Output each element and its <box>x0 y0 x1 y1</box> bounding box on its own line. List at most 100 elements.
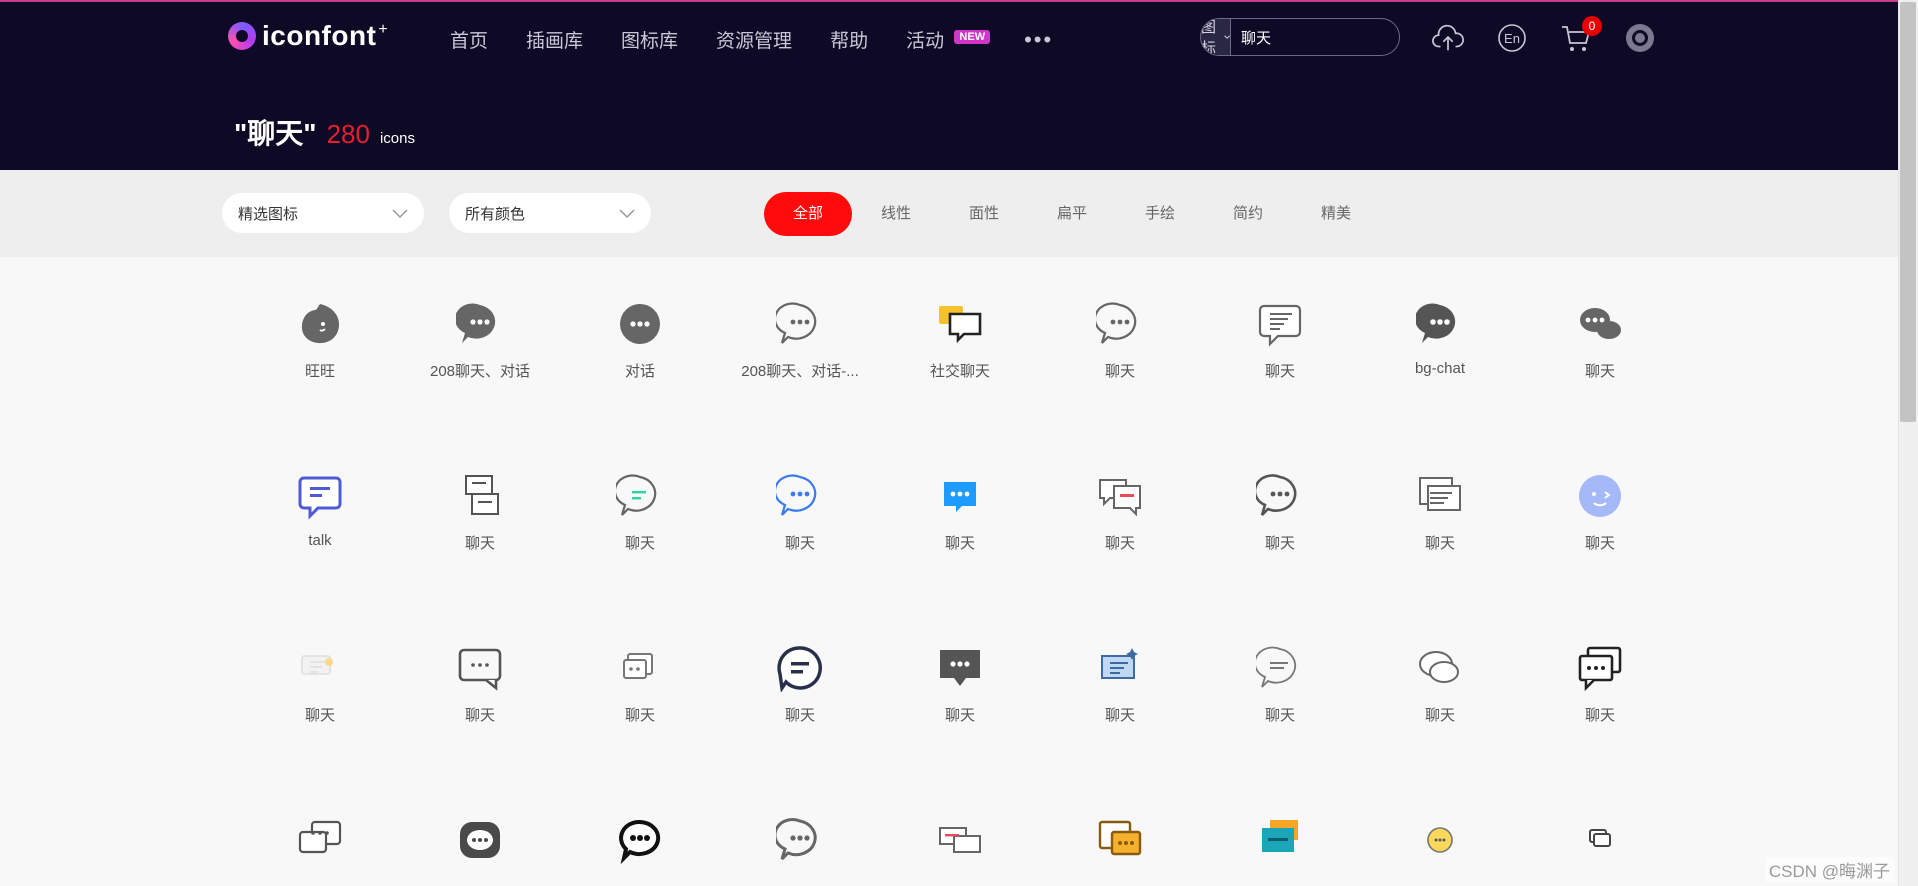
tab-all[interactable]: 全部 <box>764 192 852 236</box>
icon-card[interactable]: 聊天 <box>1520 472 1680 553</box>
cart-count-badge: 0 <box>1582 16 1602 36</box>
icon-card[interactable]: 聊天 <box>1040 644 1200 725</box>
nav-resource-management[interactable]: 资源管理 <box>716 26 792 53</box>
icon-card[interactable]: 聊天 <box>1360 472 1520 553</box>
chat-dots-outline-icon <box>1256 474 1297 516</box>
icon-card[interactable]: 聊天 <box>1040 300 1200 381</box>
cloud-upload-icon <box>1432 24 1464 51</box>
icon-card[interactable] <box>1040 816 1200 876</box>
chat-ovals-icon <box>1419 651 1459 683</box>
english-language-icon: En <box>1498 24 1526 52</box>
color-select[interactable]: 所有颜色 <box>449 193 651 233</box>
icon-card[interactable] <box>400 816 560 876</box>
search-box: 图标 <box>1200 18 1400 56</box>
icon-card[interactable] <box>880 816 1040 876</box>
icon-card[interactable]: 聊天 <box>1200 644 1360 725</box>
icon-label: 聊天 <box>1104 363 1135 380</box>
icon-label: 聊天 <box>464 707 495 724</box>
icon-card[interactable]: 聊天 <box>1200 300 1360 381</box>
icon-card[interactable]: 聊天 <box>1520 300 1680 381</box>
chat-grey-filled-icon <box>460 822 500 858</box>
tab-simple[interactable]: 简约 <box>1204 192 1292 236</box>
icon-card[interactable]: 聊天 <box>400 644 560 725</box>
more-menu-button[interactable]: ••• <box>1024 27 1053 53</box>
icon-card[interactable]: 聊天 <box>1200 472 1360 553</box>
header: iconfont + 首页 插画库 图标库 资源管理 帮助 活动 NEW •••… <box>0 0 1898 170</box>
icon-card[interactable]: 聊天 <box>1360 644 1520 725</box>
icon-card[interactable]: 聊天 <box>720 472 880 553</box>
upload-button[interactable] <box>1432 22 1464 54</box>
chat-red-pair-icon <box>939 827 981 853</box>
icon-card[interactable] <box>1200 816 1360 876</box>
icon-label: 聊天 <box>624 535 655 552</box>
icon-label: 旺旺 <box>304 363 335 380</box>
icon-card[interactable]: 聊天 <box>880 644 1040 725</box>
icon-card[interactable]: 208聊天、对话-... <box>720 300 880 381</box>
icon-card[interactable] <box>560 816 720 876</box>
chat-gold-icon <box>1098 820 1142 856</box>
icon-label: 208聊天、对话-... <box>741 363 859 380</box>
cart-button[interactable]: 0 <box>1560 16 1602 54</box>
chat-bubble-filled-icon <box>456 303 496 343</box>
icon-card[interactable]: 对话 <box>560 300 720 381</box>
chat-dark-filled-icon <box>940 650 980 686</box>
icon-label: 聊天 <box>464 535 495 552</box>
chat-thin-lines-icon <box>1256 646 1297 688</box>
nav-illustrations[interactable]: 插画库 <box>526 26 583 53</box>
icon-card[interactable]: 208聊天、对话 <box>400 300 560 381</box>
nav-activities[interactable]: 活动 NEW <box>906 26 991 53</box>
wangwang-icon <box>301 304 340 344</box>
color-select-label: 所有颜色 <box>465 205 526 223</box>
scrollbar[interactable] <box>1898 0 1918 886</box>
icon-label: 聊天 <box>784 707 815 724</box>
chat-blue-filled-icon <box>944 482 976 512</box>
tab-flat[interactable]: 扁平 <box>1028 192 1116 236</box>
icon-card[interactable]: talk <box>240 472 400 549</box>
icon-card[interactable]: 聊天 <box>1520 644 1680 725</box>
chat-round-filled-icon <box>620 304 660 344</box>
icon-card[interactable] <box>1520 816 1680 876</box>
icon-card[interactable]: 聊天 <box>720 644 880 725</box>
search-input[interactable] <box>1231 28 1399 46</box>
icon-card[interactable]: bg-chat <box>1360 300 1520 377</box>
featured-select[interactable]: 精选图标 <box>222 193 424 233</box>
user-avatar[interactable] <box>1624 22 1656 54</box>
chat-stacked-icon <box>465 475 499 515</box>
nav-home[interactable]: 首页 <box>450 26 488 53</box>
icon-card[interactable] <box>720 816 880 876</box>
result-title: "聊天" 280 icons <box>234 112 415 152</box>
icon-label: 社交聊天 <box>929 363 990 380</box>
icon-card[interactable] <box>240 816 400 876</box>
result-unit: icons <box>379 130 415 147</box>
tab-hand-drawn[interactable]: 手绘 <box>1116 192 1204 236</box>
icon-card[interactable]: 聊天 <box>560 472 720 553</box>
icon-card[interactable]: 社交聊天 <box>880 300 1040 381</box>
search-type-select[interactable]: 图标 <box>1201 19 1232 55</box>
icon-card[interactable]: 聊天 <box>560 644 720 725</box>
chat-faded-icon <box>301 655 333 675</box>
logo-plus: + <box>378 21 388 38</box>
icon-label: bg-chat <box>1414 360 1466 377</box>
tab-filled[interactable]: 面性 <box>940 192 1028 236</box>
chevron-down-icon <box>392 209 408 219</box>
icon-card[interactable]: 旺旺 <box>240 300 400 381</box>
nav-help[interactable]: 帮助 <box>830 26 868 53</box>
icon-label: 208聊天、对话 <box>429 363 531 380</box>
scrollbar-thumb[interactable] <box>1900 2 1916 422</box>
icon-card[interactable]: 聊天 <box>880 472 1040 553</box>
chat-blue-outline-icon <box>776 474 817 516</box>
chat-blue-sparkle-icon <box>1101 648 1138 679</box>
icon-card[interactable]: 聊天 <box>400 472 560 553</box>
tab-exquisite[interactable]: 精美 <box>1292 192 1380 236</box>
nav-icon-library[interactable]: 图标库 <box>621 26 678 53</box>
icon-card[interactable] <box>1360 816 1520 876</box>
chat-yellow-face-icon <box>1427 827 1453 853</box>
main-nav: 首页 插画库 图标库 资源管理 帮助 活动 NEW ••• <box>450 26 1053 53</box>
tab-line[interactable]: 线性 <box>852 192 940 236</box>
icon-card[interactable]: 聊天 <box>240 644 400 725</box>
icon-card[interactable]: 聊天 <box>1040 472 1200 553</box>
iconfont-logo[interactable]: iconfont + <box>228 20 388 52</box>
language-toggle[interactable]: En <box>1496 22 1528 54</box>
chat-red-accent-icon <box>1099 479 1141 517</box>
chat-green-lines-icon <box>616 474 657 516</box>
